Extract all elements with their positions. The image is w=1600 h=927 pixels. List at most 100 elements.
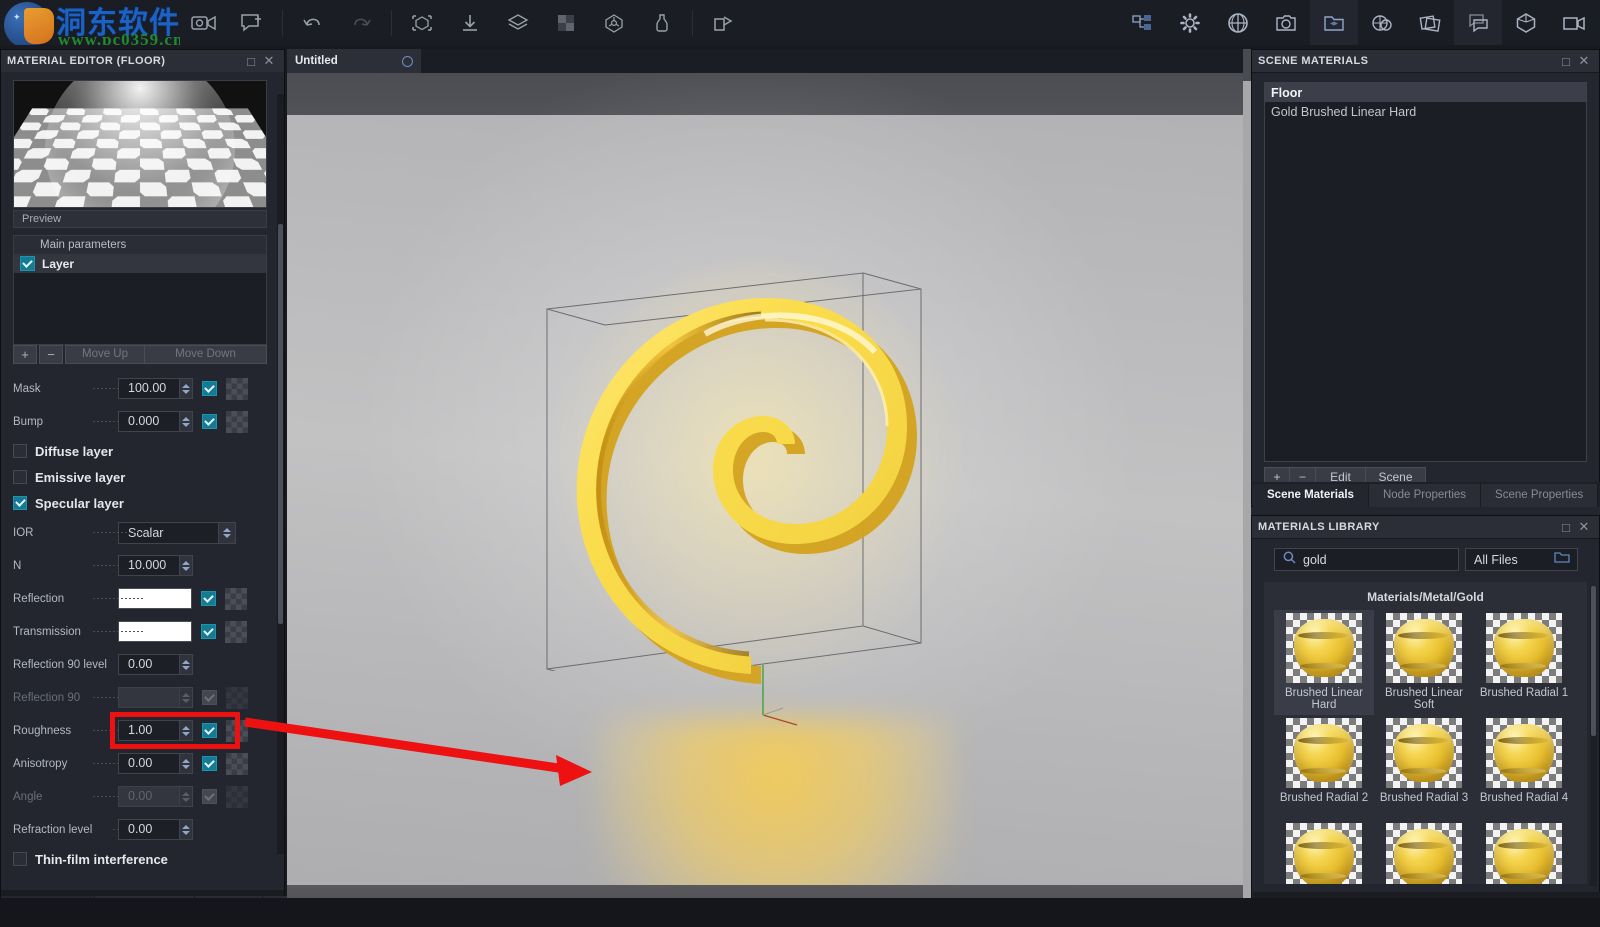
library-item-label: Brushed Radial 1: [1480, 687, 1568, 699]
tab-node-properties[interactable]: Node Properties: [1369, 484, 1481, 507]
maximize-icon[interactable]: □: [242, 52, 260, 70]
library-item[interactable]: Brushed Radial 3: [1374, 715, 1474, 820]
material-thumbnail: [1386, 823, 1462, 884]
param-texture-button[interactable]: [225, 621, 247, 643]
layer-list[interactable]: Main parameters Layer: [13, 235, 267, 345]
environment-icon[interactable]: [1214, 0, 1262, 45]
diffuse-layer-checkbox[interactable]: [13, 444, 27, 458]
emissive-layer-checkbox[interactable]: [13, 470, 27, 484]
import-icon[interactable]: [446, 0, 494, 45]
param-value-input[interactable]: 0.00: [118, 819, 180, 840]
images-icon[interactable]: [1406, 0, 1454, 45]
param-enabled-checkbox[interactable]: [202, 414, 217, 429]
scrollbar-thumb[interactable]: [278, 224, 283, 624]
cube-icon[interactable]: [1502, 0, 1550, 45]
param-enabled-checkbox[interactable]: [201, 624, 216, 639]
document-tab-untitled[interactable]: Untitled: [287, 49, 421, 73]
toggle-diffuse-layer[interactable]: Diffuse layer: [1, 438, 276, 464]
atom-icon[interactable]: [590, 0, 638, 45]
light-icon[interactable]: [1358, 0, 1406, 45]
layer-enabled-checkbox[interactable]: [20, 256, 35, 271]
materials-library-icon[interactable]: [1310, 0, 1358, 45]
3d-viewport[interactable]: [287, 73, 1249, 927]
list-item[interactable]: Gold Brushed Linear Hard: [1265, 102, 1586, 121]
gold-preview: [1294, 724, 1354, 782]
param-texture-button[interactable]: [226, 753, 248, 775]
library-search-input[interactable]: gold: [1274, 548, 1459, 571]
specular-layer-checkbox[interactable]: [13, 496, 27, 510]
tab-scene-properties[interactable]: Scene Properties: [1481, 484, 1598, 507]
remove-layer-button[interactable]: −: [39, 345, 63, 364]
camera-icon[interactable]: [1262, 0, 1310, 45]
layer-toolbar: + − Move Up Move Down: [13, 344, 267, 364]
library-item[interactable]: Brushed Radial 4: [1474, 715, 1574, 820]
library-filter-select[interactable]: All Files: [1465, 548, 1578, 571]
scene-materials-list[interactable]: Floor Gold Brushed Linear Hard: [1264, 82, 1587, 462]
maximize-icon[interactable]: □: [1557, 518, 1575, 536]
object-transform-icon[interactable]: [398, 0, 446, 45]
library-grid[interactable]: Materials/Metal/Gold Brushed Linear Hard…: [1264, 582, 1587, 884]
maximize-icon[interactable]: □: [1557, 52, 1575, 70]
notes-icon[interactable]: [1454, 0, 1502, 45]
param-spinner[interactable]: [180, 819, 193, 840]
layer-list-row[interactable]: Layer: [14, 254, 266, 273]
tab-scene-materials[interactable]: Scene Materials: [1253, 484, 1369, 507]
layers-icon[interactable]: [494, 0, 542, 45]
gold-spiral-object[interactable]: [555, 268, 955, 688]
param-value-input[interactable]: 100.00: [118, 378, 180, 399]
library-item[interactable]: [1474, 820, 1574, 884]
library-item[interactable]: Brushed Linear Soft: [1374, 610, 1474, 715]
render-view-icon[interactable]: [1550, 0, 1598, 45]
toggle-label: Emissive layer: [35, 470, 125, 485]
toggle-thin-film-interference[interactable]: Thin-film interference: [1, 846, 276, 872]
folder-icon[interactable]: [1554, 551, 1577, 569]
add-layer-button[interactable]: +: [13, 345, 37, 364]
thin-film-checkbox[interactable]: [13, 852, 27, 866]
param-value-input[interactable]: 0.00: [118, 753, 180, 774]
list-item[interactable]: Floor: [1265, 83, 1586, 102]
toggle-specular-layer[interactable]: Specular layer: [1, 490, 276, 516]
gear-icon[interactable]: [1166, 0, 1214, 45]
library-item[interactable]: Brushed Radial 1: [1474, 610, 1574, 715]
param-spinner[interactable]: [180, 378, 193, 399]
param-spinner[interactable]: [180, 654, 193, 675]
param-enabled-checkbox[interactable]: [202, 381, 217, 396]
param-spinner[interactable]: [180, 555, 193, 576]
scene-tree-icon[interactable]: [1118, 0, 1166, 45]
camera-video-icon[interactable]: [180, 0, 228, 45]
checker-material-icon[interactable]: [542, 0, 590, 45]
library-item[interactable]: [1374, 820, 1474, 884]
material-preview[interactable]: [13, 80, 267, 208]
move-up-button[interactable]: Move Up: [65, 345, 145, 364]
library-scrollbar[interactable]: [1590, 586, 1597, 886]
left-panel-scrollbar[interactable]: [277, 94, 284, 854]
param-value-input[interactable]: 0.000: [118, 411, 180, 432]
share-icon[interactable]: [699, 0, 747, 45]
close-icon[interactable]: ✕: [1575, 518, 1593, 536]
move-down-button[interactable]: Move Down: [145, 345, 267, 364]
param-spinner[interactable]: [180, 753, 193, 774]
param-texture-button[interactable]: [225, 588, 247, 610]
param-spinner[interactable]: [180, 411, 193, 432]
redo-icon[interactable]: [337, 0, 385, 45]
bottle-icon[interactable]: [638, 0, 686, 45]
param-enabled-checkbox[interactable]: [201, 591, 216, 606]
close-icon[interactable]: ✕: [260, 52, 278, 70]
param-texture-button[interactable]: [226, 378, 248, 400]
param-value-input[interactable]: 10.000: [118, 555, 180, 576]
library-item[interactable]: Brushed Radial 2: [1274, 715, 1374, 820]
gold-preview: [1494, 724, 1554, 782]
toggle-emissive-layer[interactable]: Emissive layer: [1, 464, 276, 490]
right-panel-splitter[interactable]: [1243, 49, 1251, 927]
add-note-icon[interactable]: [228, 0, 276, 45]
close-icon[interactable]: ✕: [1575, 52, 1593, 70]
material-thumbnail: [1486, 613, 1562, 683]
scrollbar-thumb[interactable]: [1591, 586, 1596, 736]
param-enabled-checkbox[interactable]: [202, 756, 217, 771]
param-value-input[interactable]: 0.00: [118, 654, 180, 675]
library-item[interactable]: Brushed Linear Hard: [1274, 610, 1374, 715]
param-texture-button[interactable]: [226, 411, 248, 433]
library-item[interactable]: [1274, 820, 1374, 884]
undo-icon[interactable]: [289, 0, 337, 45]
chevron-updown-icon[interactable]: [218, 523, 235, 543]
